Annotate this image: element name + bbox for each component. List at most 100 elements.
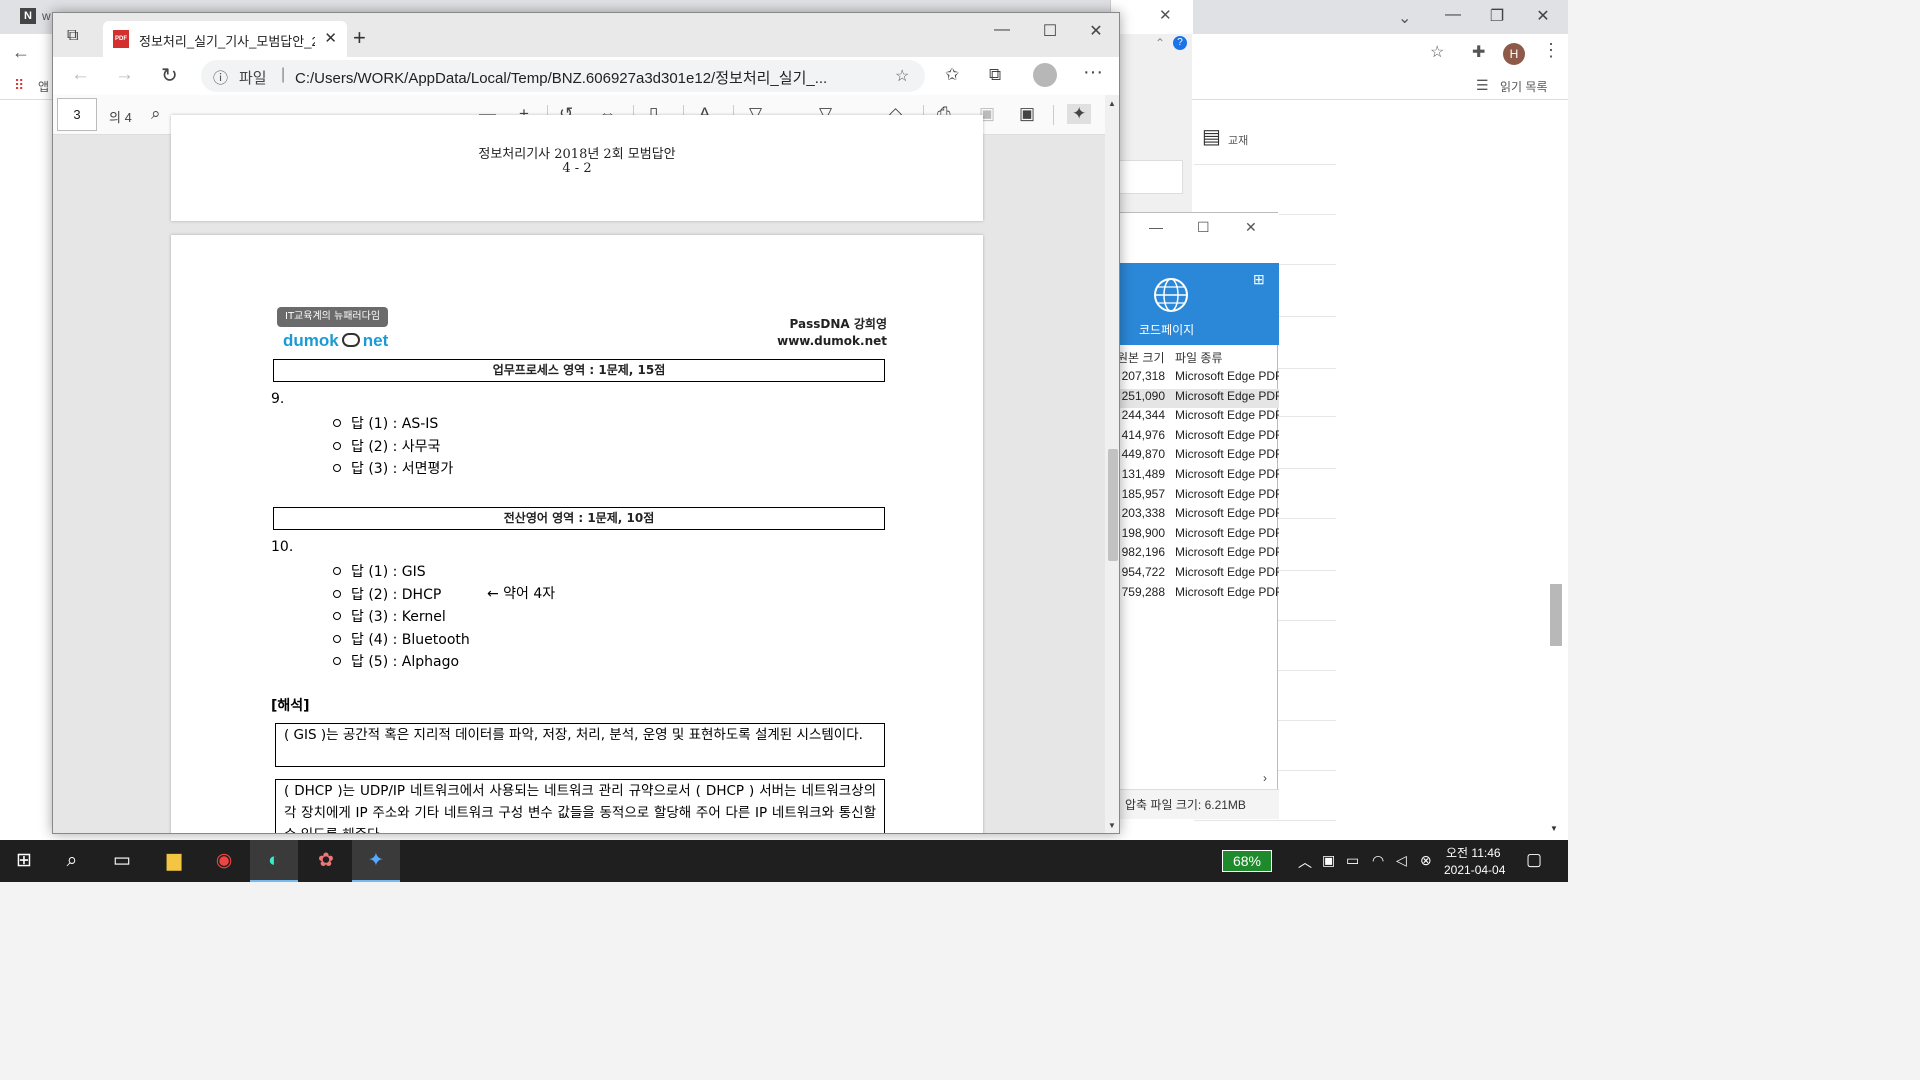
edge-icon[interactable]: ◐ [250,840,298,882]
archive-file-row[interactable]: 449,870 Microsoft Edge PDF [1119,447,1279,467]
archive-file-row[interactable]: 203,338 Microsoft Edge PDF [1119,506,1279,526]
apps-icon[interactable]: ⠿ [14,77,24,94]
favorites-icon[interactable]: ✩ [945,65,959,85]
reading-list-label[interactable]: 읽기 목록 [1500,78,1548,95]
back-icon[interactable]: ← [71,64,90,86]
active-tab[interactable]: PDF 정보처리_실기_기사_모범답안_2018_2 ✕ [103,21,347,57]
pdf-scroll-thumb[interactable] [1108,449,1118,561]
apps-label[interactable]: 앱 [38,78,49,95]
notification-icon[interactable]: ▢ [1526,850,1542,870]
paint-icon[interactable]: ✿ [302,840,350,882]
chrome-icon[interactable]: ◉ [200,840,248,882]
page-scrollbar-thumb[interactable] [1550,584,1562,646]
bookmark-star-icon[interactable]: ☆ [1430,42,1444,62]
back-icon[interactable]: ← [12,42,30,63]
tray-chevron-icon[interactable]: ︿ [1298,852,1312,872]
pdf-scrollbar[interactable]: ▲ ▼ [1105,95,1119,833]
mid-search-field[interactable] [1119,160,1183,194]
forward-icon[interactable]: → [115,64,134,86]
background-tab-label[interactable]: w [42,9,51,23]
archive-file-row[interactable]: 198,900 Microsoft Edge PDF [1119,526,1279,546]
archive-file-row[interactable]: 185,957 Microsoft Edge PDF [1119,487,1279,507]
mid-close-icon[interactable]: ✕ [1159,6,1172,24]
collapse-icon[interactable]: ⌃ [1155,36,1165,50]
tab-search-icon[interactable]: ⌄ [1398,8,1411,28]
collections-icon[interactable]: ⧉ [989,65,1001,85]
maximize-button[interactable]: ☐ [1027,21,1073,41]
close-tab-icon[interactable]: ✕ [324,29,337,47]
add-favorite-icon[interactable]: ☆ [895,66,909,86]
file-type: Microsoft Edge PDF [1175,565,1279,579]
pdf-page-3: IT교육계의 뉴패러다임 dumok net PassDNA 강희영 www.du… [171,235,983,833]
globe-icon[interactable] [1151,275,1191,315]
profile-icon[interactable] [1033,63,1057,87]
info-icon[interactable]: ⓘ [213,67,228,88]
refresh-icon[interactable]: ↻ [161,63,178,88]
archive-file-row[interactable]: 131,489 Microsoft Edge PDF [1119,467,1279,487]
address-bar[interactable]: ⓘ 파일 | C:/Users/WORK/AppData/Local/Temp/… [201,60,925,92]
scroll-down-icon[interactable]: ▼ [1108,821,1116,830]
side-link[interactable]: 교재 [1228,132,1248,148]
file-size: 198,900 [1121,525,1165,540]
bg-minimize-button[interactable]: — [1430,6,1476,24]
col-size-header[interactable]: 원본 크기 [1117,349,1165,366]
settings-more-icon[interactable]: ··· [1083,61,1103,84]
answer-text: 답 (3) : 서면평가 [351,461,454,477]
scroll-up-icon[interactable]: ▲ [1108,99,1116,108]
abbrev-note: ← 약어 4자 [487,586,556,602]
pdf-page-2: 정보처리기사 2018년 2회 모범답안 4 - 2 [171,115,983,221]
camera-icon[interactable]: ▣ [1322,852,1335,869]
search-icon[interactable]: ⌕ [151,104,161,124]
url-text[interactable]: C:/Users/WORK/AppData/Local/Temp/BNZ.606… [295,67,827,88]
search-icon[interactable]: ⌕ [48,840,96,882]
archive-file-row[interactable]: 207,318 Microsoft Edge PDF [1119,369,1279,389]
bullet-icon [333,441,341,450]
save-as-icon[interactable]: ▣ [1019,104,1035,124]
help-icon[interactable]: ? [1173,36,1187,50]
middle-window: ✕ ⌃ ? [1110,0,1193,212]
archive-maximize-button[interactable]: ☐ [1197,219,1210,236]
battery-icon[interactable]: ▭ [1346,852,1359,869]
volume-icon[interactable]: ◁ [1396,852,1407,869]
minimize-button[interactable]: — [979,21,1025,39]
scroll-right-icon[interactable]: › [1263,771,1267,785]
extensions-icon[interactable]: ✚ [1472,42,1485,62]
answer-item: 답 (5) : Alphago [333,651,459,671]
archive-status: 압축 파일 크기: 6.21MB [1125,798,1246,812]
wifi-icon[interactable]: ◠ [1372,852,1384,869]
page-number-input[interactable]: 3 [57,98,97,131]
bg-close-button[interactable]: ✕ [1520,6,1566,26]
bg-maximize-button[interactable]: ❐ [1474,6,1520,26]
clock-date[interactable]: 2021-04-04 [1444,863,1505,877]
reading-list-icon[interactable]: ☰ [1476,77,1489,94]
file-size: 207,318 [1121,369,1165,383]
task-view-icon[interactable]: ▭ [98,840,146,882]
archive-file-row[interactable]: 414,976 Microsoft Edge PDF [1119,428,1279,448]
pin-toolbar-icon[interactable]: ✦ [1067,104,1092,124]
archive-file-row[interactable]: 982,196 Microsoft Edge PDF [1119,545,1279,565]
col-type-header[interactable]: 파일 종류 [1175,349,1223,366]
profile-avatar[interactable]: H [1503,43,1525,65]
codepage-label[interactable]: 코드페이지 [1139,321,1194,338]
scroll-down-icon[interactable]: ▼ [1550,824,1558,833]
battery-badge[interactable]: 68% [1222,850,1272,872]
bullet-icon [333,634,341,643]
archive-file-row[interactable]: 251,090 Microsoft Edge PDF [1119,388,1279,409]
archive-file-row[interactable]: 244,344 Microsoft Edge PDF [1119,408,1279,428]
ime-icon[interactable]: ⊗ [1420,852,1432,869]
new-tab-button[interactable]: + [353,25,366,51]
file-explorer-icon[interactable]: ▆ [150,840,198,882]
tab-actions-icon[interactable]: ⧉ [67,27,78,45]
archive-close-button[interactable]: ✕ [1245,219,1257,236]
archive-file-row[interactable]: 954,722 Microsoft Edge PDF [1119,565,1279,585]
grid-icon[interactable]: ⊞ [1253,271,1265,288]
menu-icon[interactable]: ⋮ [1542,40,1560,61]
archive-minimize-button[interactable]: — [1149,219,1163,235]
bullet-icon [333,419,341,427]
bandizip-icon[interactable]: ✦ [352,840,400,882]
archive-file-row[interactable]: 759,288 Microsoft Edge PDF [1119,585,1279,605]
close-button[interactable]: ✕ [1073,21,1119,41]
clock-time[interactable]: 오전 11:46 [1446,844,1501,861]
bullet-icon [333,464,341,472]
start-icon[interactable]: ⊞ [0,840,48,882]
